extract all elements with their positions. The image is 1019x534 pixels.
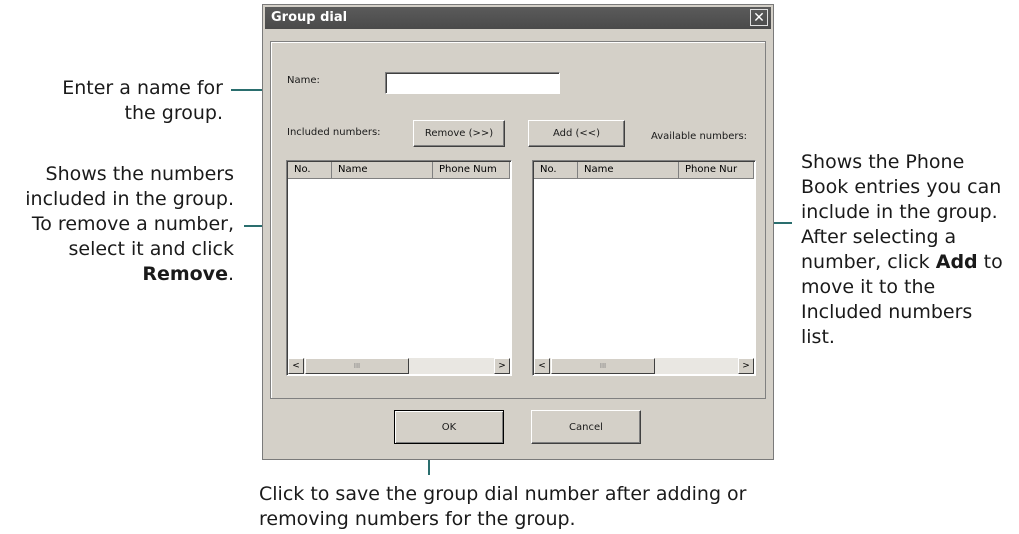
available-numbers-list[interactable]: No. Name Phone Nur < III > [532,160,756,376]
cancel-button[interactable]: Cancel [531,410,641,444]
ok-callout-line2: removing numbers for the group. [259,508,576,530]
included-callout: Shows the numbers included in the group.… [0,162,234,287]
add-button[interactable]: Add (<<) [528,120,625,147]
available-callout-line2: Book entries you can [801,176,1002,198]
available-callout-line1: Shows the Phone [801,151,965,173]
available-scroll-left-button[interactable]: < [534,358,550,374]
included-callout-line1: Shows the numbers [45,163,234,185]
included-callout-period: . [227,263,234,285]
available-numbers-label: Available numbers: [651,131,748,142]
included-list-header: No. Name Phone Num [288,162,510,179]
included-scroll-left-button[interactable]: < [288,358,304,374]
included-callout-line4: select it and click [68,238,235,260]
remove-emphasis: Remove [142,263,228,285]
name-callout: Enter a name for the group. [30,76,223,126]
ok-button[interactable]: OK [394,410,504,444]
close-icon: ✕ [753,10,765,26]
available-scroll-thumb[interactable]: III [551,358,655,374]
available-col-phone[interactable]: Phone Nur [679,162,754,179]
available-callout-line5: number, click Add to [801,250,1019,275]
included-col-name[interactable]: Name [332,162,433,179]
included-callout-line5: Remove. [0,262,234,287]
included-callout-line3: To remove a number, [31,213,234,235]
add-emphasis: Add [935,251,978,273]
available-callout: Shows the Phone Book entries you can inc… [801,150,1019,350]
available-hscrollbar[interactable]: < III > [534,358,754,374]
available-callout-line6: move it to the [801,276,936,298]
available-list-header: No. Name Phone Nur [534,162,754,179]
available-callout-line3: include in the group. [801,201,998,223]
available-col-name[interactable]: Name [578,162,679,179]
available-callout-line4: After selecting a [801,226,957,248]
included-hscrollbar[interactable]: < III > [288,358,510,374]
ok-callout-line1: Click to save the group dial number afte… [259,483,747,505]
scroll-right-icon: > [742,361,750,371]
scroll-left-icon: < [538,361,546,371]
grip-icon: III [599,362,607,370]
ok-callout: Click to save the group dial number afte… [259,482,819,532]
included-scroll-right-button[interactable]: > [494,358,510,374]
included-numbers-label: Included numbers: [287,127,381,138]
included-callout-line2: included in the group. [25,188,234,210]
included-numbers-list[interactable]: No. Name Phone Num < III > [286,160,512,376]
available-callout-line5-prefix: number, click [801,251,936,273]
name-label: Name: [287,75,320,86]
included-col-phone[interactable]: Phone Num [433,162,510,179]
available-scroll-right-button[interactable]: > [738,358,754,374]
name-callout-line2: the group. [124,102,223,124]
available-callout-line5-suffix: to [977,251,1003,273]
available-callout-line8: list. [801,326,835,348]
included-col-no[interactable]: No. [288,162,332,179]
available-callout-line7: Included numbers [801,301,973,323]
dialog-title: Group dial [271,10,348,25]
title-bar[interactable]: Group dial ✕ [265,7,771,29]
grip-icon: III [353,362,361,370]
scroll-right-icon: > [498,361,506,371]
name-input[interactable] [385,72,560,94]
group-dial-dialog: Group dial ✕ Name: Included numbers: Rem… [262,4,774,460]
scroll-left-icon: < [292,361,300,371]
included-scroll-thumb[interactable]: III [305,358,409,374]
name-callout-line1: Enter a name for [62,77,223,99]
remove-button[interactable]: Remove (>>) [413,120,505,147]
available-col-no[interactable]: No. [534,162,578,179]
close-button[interactable]: ✕ [750,9,768,26]
